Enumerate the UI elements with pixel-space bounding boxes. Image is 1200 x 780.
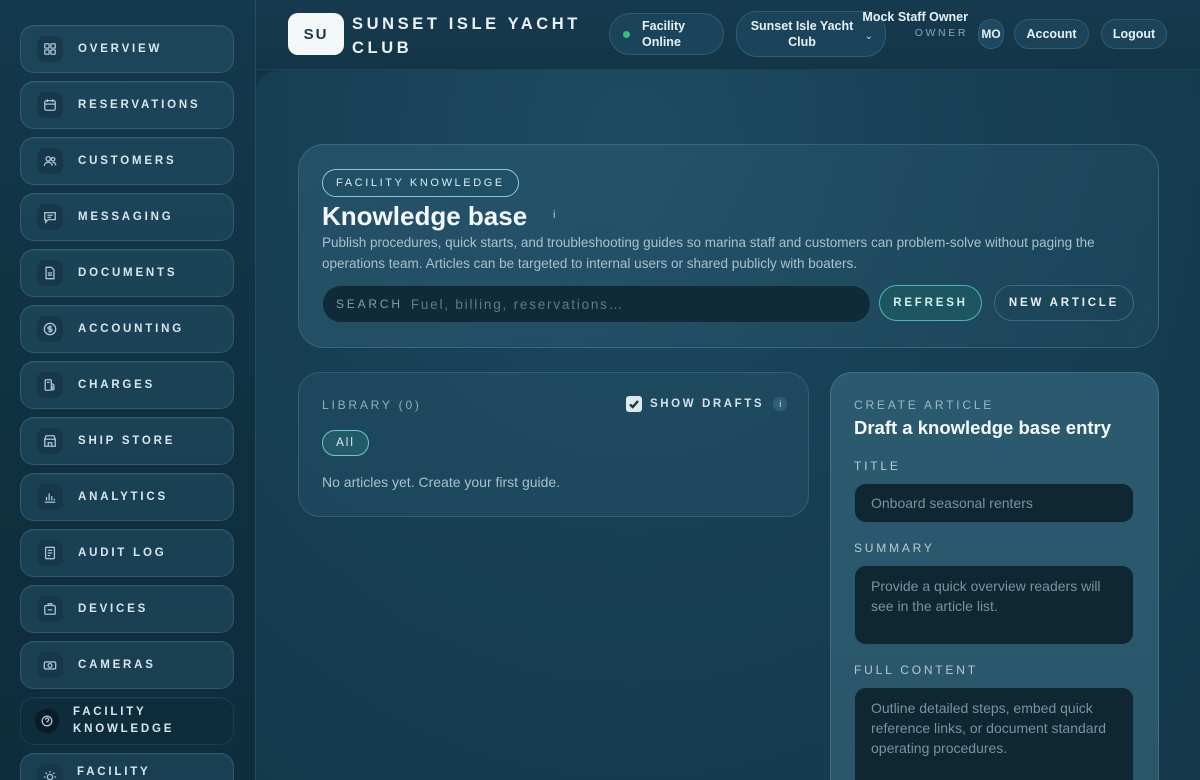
page-title: Knowledge base [322,201,528,231]
show-drafts-checkbox[interactable] [626,396,642,412]
refresh-button[interactable]: REFRESH [879,285,982,321]
title-label: TITLE [854,459,901,473]
sidebar-item-label: CAMERAS [78,659,156,671]
search-label: SEARCH [336,297,403,311]
sidebar-item-devices[interactable]: DEVICES [20,585,234,633]
sidebar-item-label: DOCUMENTS [78,267,178,279]
sidebar-item-label: AUDIT LOG [78,547,167,559]
search-input[interactable] [410,296,870,312]
document-icon [37,260,63,286]
account-button[interactable]: Account [1014,19,1089,49]
create-article-panel: CREATE ARTICLE Draft a knowledge base en… [830,372,1159,780]
sidebar-item-label: RESERVATIONS [78,99,201,111]
staff-name: Mock Staff Owner [862,10,968,24]
sidebar-item-label: CHARGES [78,379,156,391]
sidebar-item-reservations[interactable]: RESERVATIONS [20,81,234,129]
log-icon [37,540,63,566]
sidebar-item-analytics[interactable]: ANALYTICS [20,473,234,521]
sidebar-item-label: SHIP STORE [78,435,176,447]
users-icon [37,148,63,174]
chart-icon [37,484,63,510]
sidebar-item-overview[interactable]: OVERVIEW [20,25,234,73]
show-drafts-toggle[interactable]: SHOW DRAFTS i [626,396,788,412]
content-textarea[interactable] [854,687,1134,780]
club-name: SUNSET ISLE YACHT CLUB [352,15,581,57]
help-icon [35,709,59,733]
device-icon [37,596,63,622]
sidebar-item-label: FACILITY KNOWLEDGE [73,706,175,735]
create-eyebrow: CREATE ARTICLE [854,398,995,412]
sidebar-item-facility-knowledge[interactable]: FACILITY KNOWLEDGE [20,697,234,745]
info-icon[interactable]: i [553,209,555,221]
show-drafts-label: SHOW DRAFTS [650,398,765,410]
facility-status-text: Facility Online [642,19,686,49]
sidebar-item-documents[interactable]: DOCUMENTS [20,249,234,297]
library-panel: LIBRARY (0) SHOW DRAFTS i All No article… [298,372,809,517]
calendar-icon [37,92,63,118]
page-description: Publish procedures, quick starts, and tr… [322,235,1095,271]
info-icon[interactable]: i [773,397,788,411]
content-label: FULL CONTENT [854,663,978,677]
staff-info: Mock Staff Owner OWNER [856,10,968,39]
sun-icon [37,764,63,780]
sidebar-item-label: ACCOUNTING [78,323,184,335]
club-logo: SU [288,13,344,55]
summary-label: SUMMARY [854,541,935,555]
sidebar-item-label: FACILITY [77,766,151,778]
check-icon [629,400,639,409]
main-content: FACILITY KNOWLEDGE Knowledge base i Publ… [256,70,1200,780]
sidebar-item-label: CUSTOMERS [78,155,177,167]
sidebar-item-customers[interactable]: CUSTOMERS [20,137,234,185]
section-tag: FACILITY KNOWLEDGE [322,169,519,197]
facility-select-value: Sunset Isle Yacht Club [750,19,854,49]
summary-textarea[interactable] [854,565,1134,645]
sidebar-item-audit-log[interactable]: AUDIT LOG [20,529,234,577]
dollar-icon [37,316,63,342]
staff-role: OWNER [914,27,968,39]
top-header: SU SUNSET ISLE YACHT CLUB Facility Onlin… [256,0,1200,70]
sidebar-item-label: ANALYTICS [78,491,168,503]
library-heading: LIBRARY (0) [322,398,422,412]
sidebar-item-cameras[interactable]: CAMERAS [20,641,234,689]
sidebar-item-label: MESSAGING [78,211,174,223]
sidebar-item-messaging[interactable]: MESSAGING [20,193,234,241]
message-icon [37,204,63,230]
store-icon [37,428,63,454]
filter-chip-all[interactable]: All [322,430,369,456]
avatar[interactable]: MO [978,19,1004,49]
sidebar-item-accounting[interactable]: ACCOUNTING [20,305,234,353]
sidebar: OVERVIEW RESERVATIONS CUSTOMERS MESSAGIN… [0,0,256,780]
grid-icon [37,36,63,62]
camera-icon [37,652,63,678]
facility-status-pill: Facility Online [609,13,724,55]
sidebar-item-label: DEVICES [78,603,149,615]
search-box: SEARCH [322,285,871,323]
status-dot-icon [623,30,630,38]
knowledge-hero-panel: FACILITY KNOWLEDGE Knowledge base i Publ… [298,144,1159,348]
logout-button[interactable]: Logout [1101,19,1167,49]
fuel-icon [37,372,63,398]
sidebar-item-facility[interactable]: FACILITY [20,753,234,780]
create-title: Draft a knowledge base entry [854,417,1112,438]
title-input[interactable] [854,483,1134,523]
sidebar-item-ship-store[interactable]: SHIP STORE [20,417,234,465]
new-article-button[interactable]: NEW ARTICLE [994,285,1134,321]
sidebar-item-label: OVERVIEW [78,43,163,55]
empty-state-message: No articles yet. Create your first guide… [322,474,561,490]
sidebar-item-charges[interactable]: CHARGES [20,361,234,409]
